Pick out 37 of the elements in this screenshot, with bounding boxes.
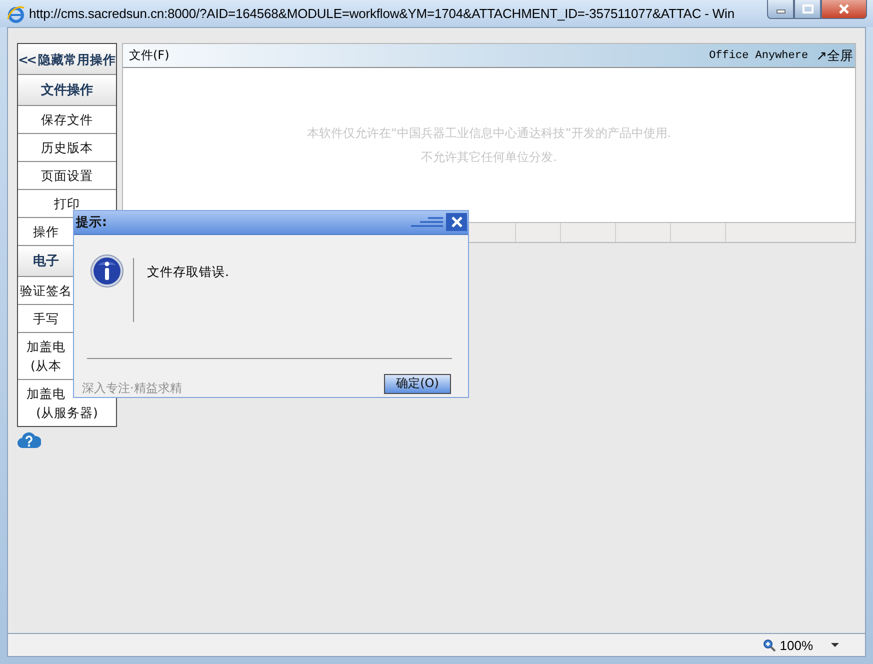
section-header: 文件操作 [41,82,93,100]
dialog-title: 提示: [76,214,108,231]
window-title: http://cms.sacredsun.cn:8000/?AID=164568&MODULE=workflow&YM=1704&ATTACHMENT_ID=-357511077&ATTAC - Win [29,6,736,21]
notice-text: 本软件仅允许在“中国兵器工业信息中心通达科技”开发的产品中使用. [306,125,672,142]
sidebar-item[interactable]: 加盖电 [18,384,74,403]
help-cloud-icon[interactable] [17,431,41,449]
slogan-text: 深入专注·精益求精 [82,380,182,398]
sidebar-item[interactable]: 加盖电 [18,337,74,356]
browser-logo-icon [7,4,25,22]
sidebar-item[interactable]: 验证签名 [18,281,74,300]
minimize-button[interactable] [767,0,794,19]
ok-button[interactable]: 确定(O) [384,374,451,394]
section-header: 电子 [32,252,60,270]
sidebar-item[interactable]: 手写 [18,309,74,328]
sidebar-item[interactable]: 操作 [18,222,74,241]
close-icon [838,4,850,14]
maximize-button[interactable] [794,0,821,19]
dialog-message: 文件存取错误. [147,264,229,281]
sidebar-item[interactable]: 打印 [54,194,80,213]
sidebar-item[interactable]: 页面设置 [41,166,93,185]
sidebar-item[interactable]: 历史版本 [41,138,93,157]
sidebar-item[interactable]: (从服务器) [36,403,98,422]
brand-label: Office Anywhere [709,50,808,62]
stripes-icon [410,216,444,228]
sidebar-item[interactable]: (从本 [18,356,74,375]
file-menu[interactable]: 文件(F) [129,47,170,64]
zoom-level[interactable]: 100% [780,638,813,652]
close-icon [450,216,462,228]
zoom-icon[interactable] [762,638,776,652]
sidebar-item[interactable]: 保存文件 [41,110,93,129]
info-icon [90,254,124,288]
maximize-icon [802,4,814,14]
close-button[interactable] [446,213,467,232]
notice-text: 不允许其它任何单位分发. [421,149,557,166]
fullscreen-link[interactable]: ↗全屏 [816,46,853,64]
close-button[interactable] [821,0,867,19]
caret-icon[interactable] [831,642,839,648]
